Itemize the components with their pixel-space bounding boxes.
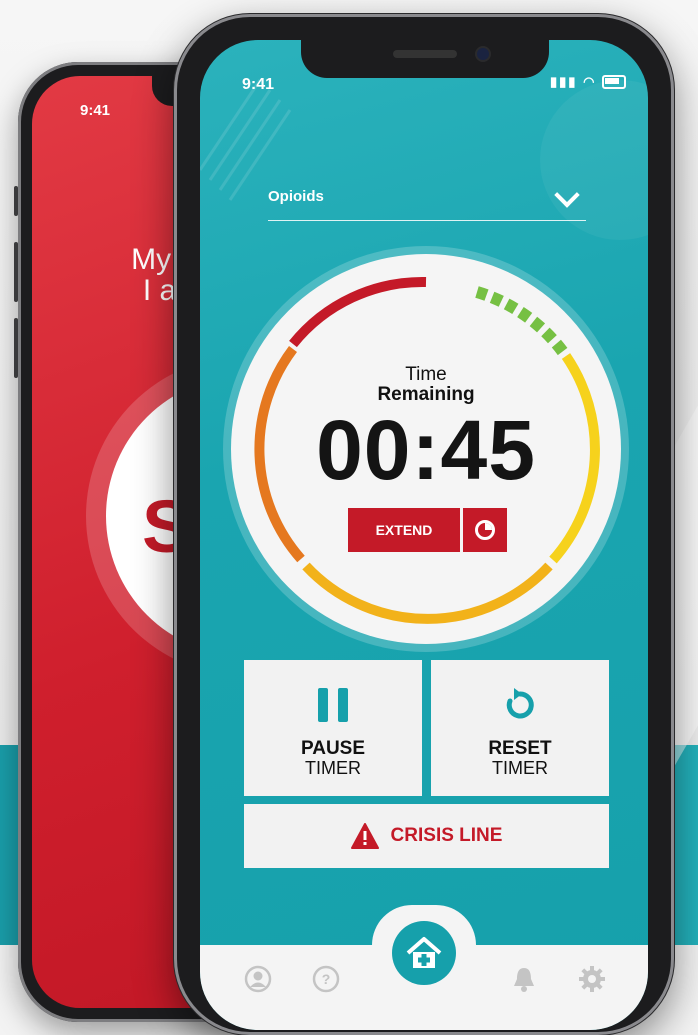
bottom-nav: ? [200,905,648,1030]
time-label: Time [405,364,447,385]
pause-icon [318,688,348,722]
crisis-line-button[interactable]: CRISIS LINE [244,804,609,868]
pause-sublabel: TIMER [305,758,361,778]
front-phone-screen: 9:41 ▮▮▮ ◠ Opioids Time Remaining 00:45 … [200,40,648,1030]
svg-text:?: ? [322,971,331,987]
status-icons: ▮▮▮ ◠ [550,74,627,90]
timer-dial: Time Remaining 00:45 EXTEND [231,254,621,644]
wifi-icon: ◠ [583,74,597,89]
category-selected: Opioids [268,188,324,205]
gear-icon[interactable] [578,965,606,993]
clock-pie-icon [475,520,495,540]
reset-sublabel: TIMER [492,758,548,778]
ring-segment-green [475,286,568,356]
ring-segment-amber [302,562,553,624]
reset-timer-button[interactable]: RESET TIMER [431,660,609,796]
home-button[interactable] [392,921,456,985]
extend-time-button[interactable] [463,508,507,552]
mute-switch [14,186,18,216]
pause-timer-button[interactable]: PAUSE TIMER [244,660,422,796]
countdown-display: 00:45 [316,403,536,497]
status-time: 9:41 [80,102,111,119]
ring-segment-red [289,276,427,348]
front-camera [477,48,489,60]
signal-icon: ▮▮▮ [550,74,578,89]
volume-down-button [14,318,18,378]
status-time: 9:41 [242,76,275,93]
user-icon[interactable] [244,965,272,993]
question-icon[interactable]: ? [312,965,340,993]
category-dropdown[interactable]: Opioids [268,182,586,221]
extend-button[interactable]: EXTEND [348,508,460,552]
warning-icon [350,823,379,849]
speaker [393,50,457,58]
reset-label: RESET [488,738,552,759]
notch [301,40,549,78]
home-medical-icon [406,937,442,968]
bell-icon[interactable] [510,965,538,993]
front-phone: 9:41 ▮▮▮ ◠ Opioids Time Remaining 00:45 … [174,14,674,1035]
battery-icon [602,74,627,89]
volume-up-button [14,242,18,302]
reset-icon [506,688,534,719]
pause-label: PAUSE [300,738,366,759]
crisis-line-label: CRISIS LINE [390,825,503,846]
